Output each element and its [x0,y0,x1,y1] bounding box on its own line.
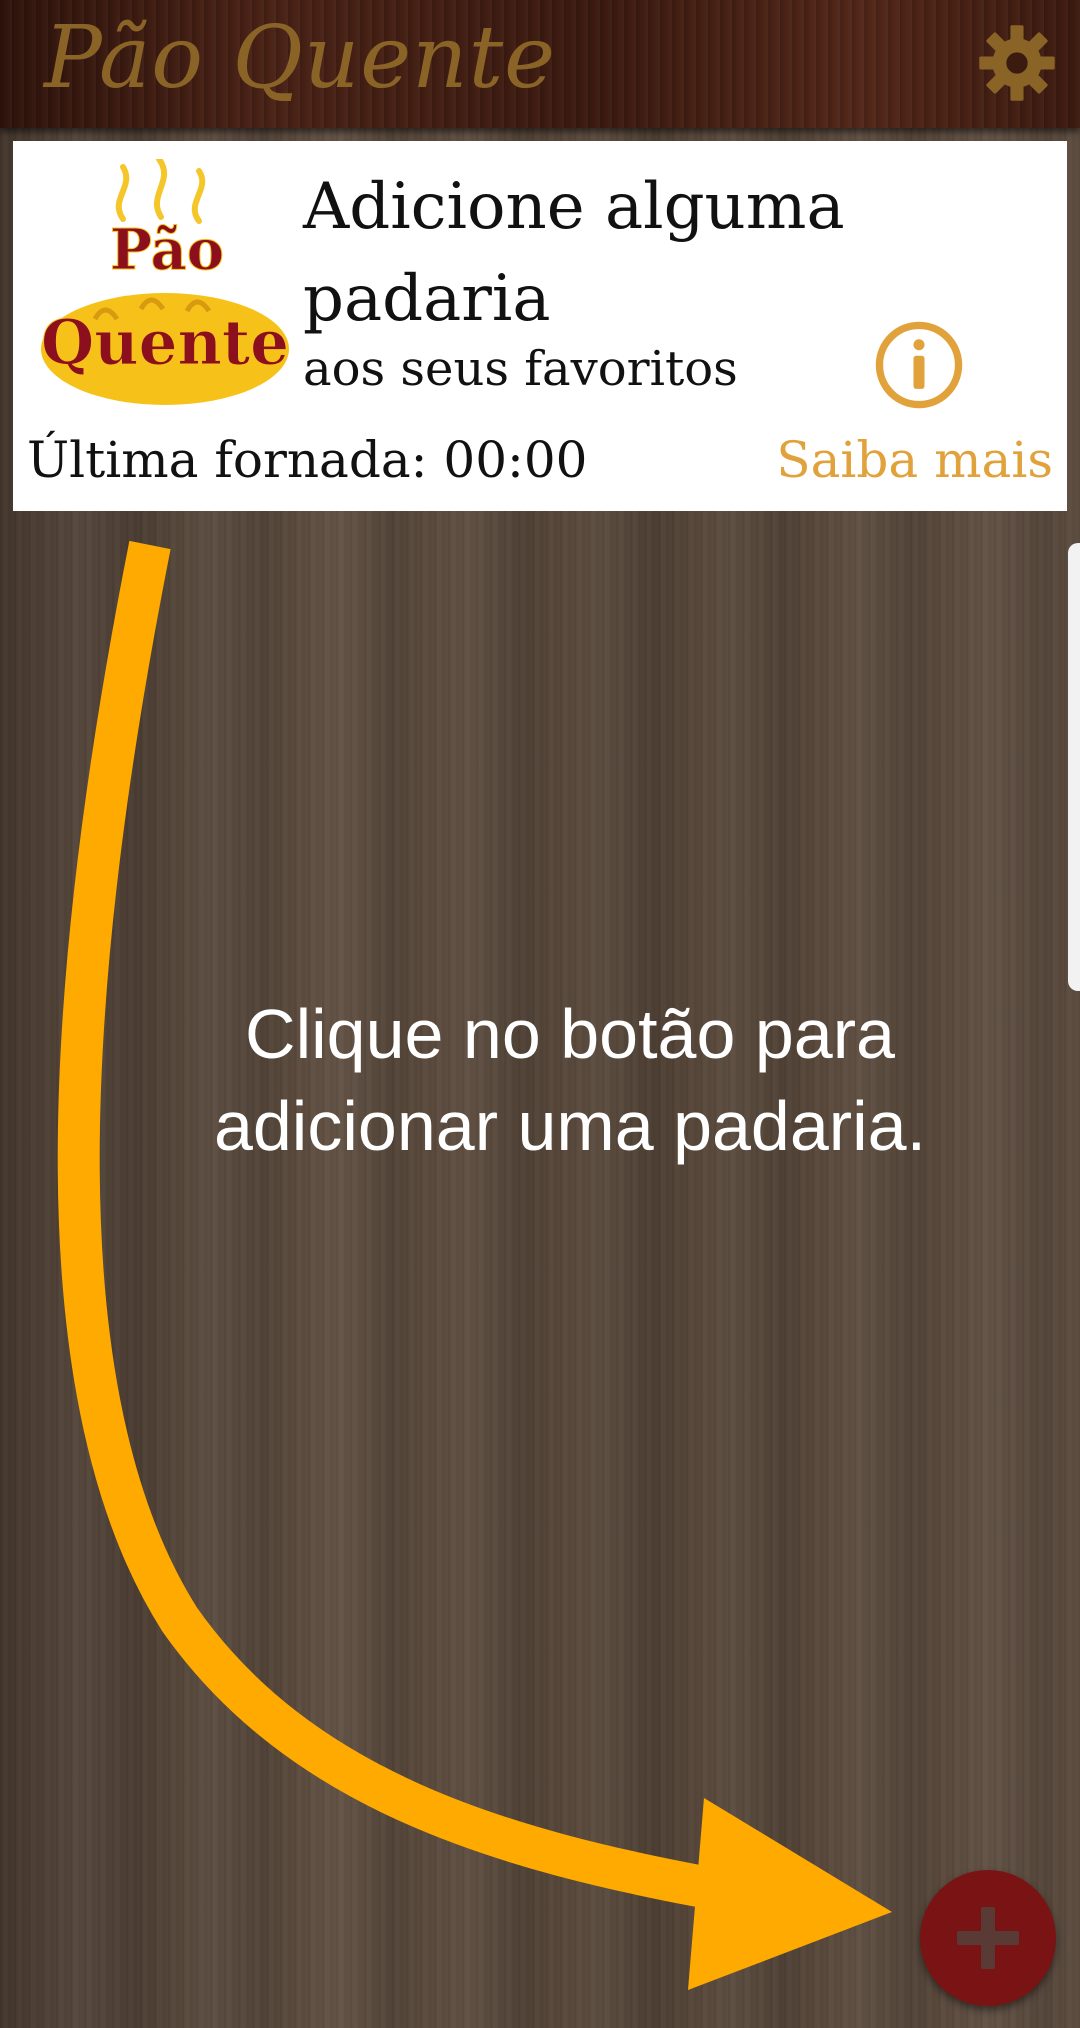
logo-text-pao: Pão [110,217,224,283]
plus-icon [957,1907,1019,1969]
logo-text-quente: Quente [41,306,289,379]
last-batch-time: Última fornada: 00:00 [27,431,588,489]
empty-state-instruction: Clique no botão para adicionar uma padar… [140,988,1000,1172]
pao-quente-logo: Pão Quente [41,159,290,405]
learn-more-link[interactable]: Saiba mais [776,431,1053,489]
card-title: Adicione alguma padaria [303,170,845,336]
favorite-bakery-card[interactable]: Pão Quente Adicione alguma padaria aos s… [13,141,1067,511]
instruction-line-2: adicionar uma padaria. [213,1087,927,1165]
gear-icon[interactable] [976,22,1058,104]
scrollbar[interactable] [1068,543,1080,991]
app-title: Pão Quente [44,8,557,108]
app-header: Pão Quente [0,0,1080,128]
add-bakery-button[interactable] [920,1870,1056,2006]
instruction-line-1: Clique no botão para [245,995,895,1073]
info-icon[interactable] [873,319,965,411]
card-subtitle: aos seus favoritos [303,341,738,397]
